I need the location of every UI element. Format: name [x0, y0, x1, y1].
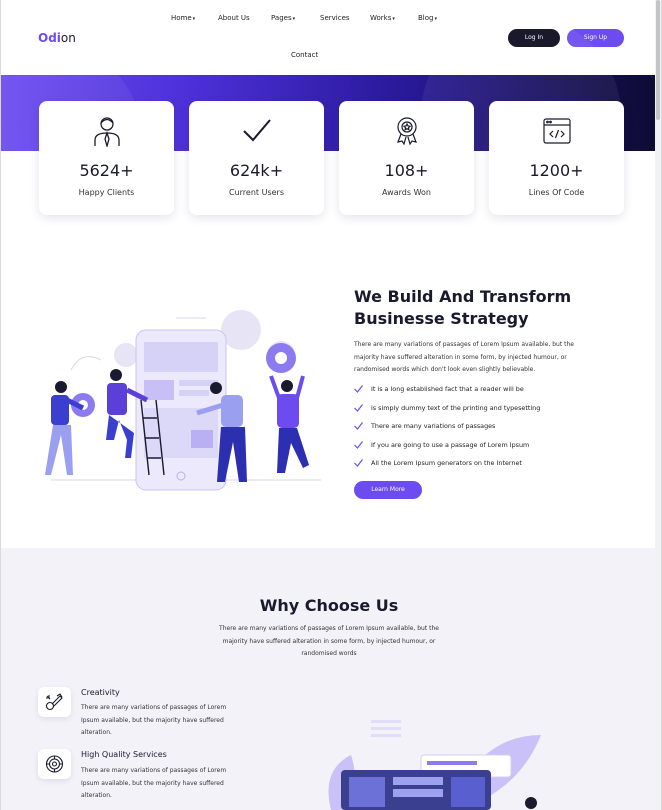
- feature-icon-box: [38, 687, 71, 717]
- checkmark-icon: [243, 119, 271, 142]
- feature-description: There are many variations of passages of…: [81, 767, 227, 799]
- about-description: There are many variations of passages of…: [354, 341, 574, 373]
- stat-label: Happy Clients: [78, 188, 135, 197]
- chevron-down-icon: ▾: [392, 16, 395, 22]
- nav-item-about[interactable]: About Us: [218, 14, 250, 22]
- nav-item-pages[interactable]: Pages▾: [271, 14, 295, 22]
- list-item: If you are going to use a passage of Lor…: [354, 438, 624, 457]
- feature-checklist: It is a long established fact that a rea…: [354, 382, 624, 475]
- chevron-down-icon: ▾: [192, 16, 196, 22]
- dashboard-illustration: [328, 720, 541, 810]
- logo[interactable]: Odion: [38, 31, 76, 45]
- code-window-icon: [543, 118, 571, 144]
- chevron-down-icon: ▾: [434, 16, 437, 22]
- stat-card: 5624+ Happy Clients: [39, 101, 174, 215]
- stat-label: Current Users: [229, 188, 284, 197]
- check-icon: [354, 403, 363, 412]
- stat-card: 108+ Awards Won: [339, 101, 474, 215]
- stat-card: 1200+ Lines Of Code: [489, 101, 624, 215]
- feature-title: Creativity: [81, 688, 120, 697]
- nav-item-contact[interactable]: Contact: [291, 51, 318, 59]
- check-icon: [354, 440, 363, 449]
- page: Odion Home▾ About Us Pages▾ Services Wor…: [0, 0, 662, 810]
- nav-item-blog[interactable]: Blog▾: [418, 14, 437, 22]
- feature-description: There are many variations of passages of…: [81, 704, 227, 736]
- learn-more-button[interactable]: Learn More: [354, 481, 422, 499]
- scrollbar-thumb[interactable]: [656, 0, 660, 120]
- nav-item-works[interactable]: Works▾: [370, 14, 395, 22]
- check-icon: [354, 385, 363, 393]
- feature-title: High Quality Services: [81, 750, 167, 759]
- page-scrollbar[interactable]: [655, 0, 661, 810]
- quality-icon: [45, 755, 64, 773]
- stat-label: Awards Won: [382, 188, 431, 197]
- stat-label: Lines Of Code: [528, 188, 585, 197]
- teamwork-illustration: [45, 310, 321, 491]
- about-title: We Build And Transform Businesse Strateg…: [354, 287, 572, 328]
- section-description: There are many variations of passages of…: [219, 625, 439, 657]
- creativity-icon: [45, 693, 63, 711]
- award-icon: [397, 117, 417, 146]
- list-item: All the Lorem Ipsum generators on the In…: [354, 456, 624, 475]
- stat-value: 624k+: [229, 161, 284, 180]
- stat-value: 1200+: [529, 161, 584, 180]
- section-title: Why Choose Us: [259, 596, 399, 615]
- nav-item-services[interactable]: Services: [320, 14, 350, 22]
- list-item: There are many variations of passages: [354, 419, 624, 438]
- feature-icon-box: [38, 749, 71, 779]
- list-item: It is a long established fact that a rea…: [354, 382, 624, 401]
- stat-value: 5624+: [79, 161, 134, 180]
- stat-card: 624k+ Current Users: [189, 101, 324, 215]
- nav-item-home[interactable]: Home▾: [171, 14, 195, 22]
- check-icon: [354, 422, 363, 430]
- person-icon: [94, 117, 120, 147]
- list-item: is simply dummy text of the printing and…: [354, 401, 624, 420]
- stat-value: 108+: [384, 161, 429, 180]
- check-icon: [354, 459, 363, 467]
- chevron-down-icon: ▾: [292, 16, 296, 22]
